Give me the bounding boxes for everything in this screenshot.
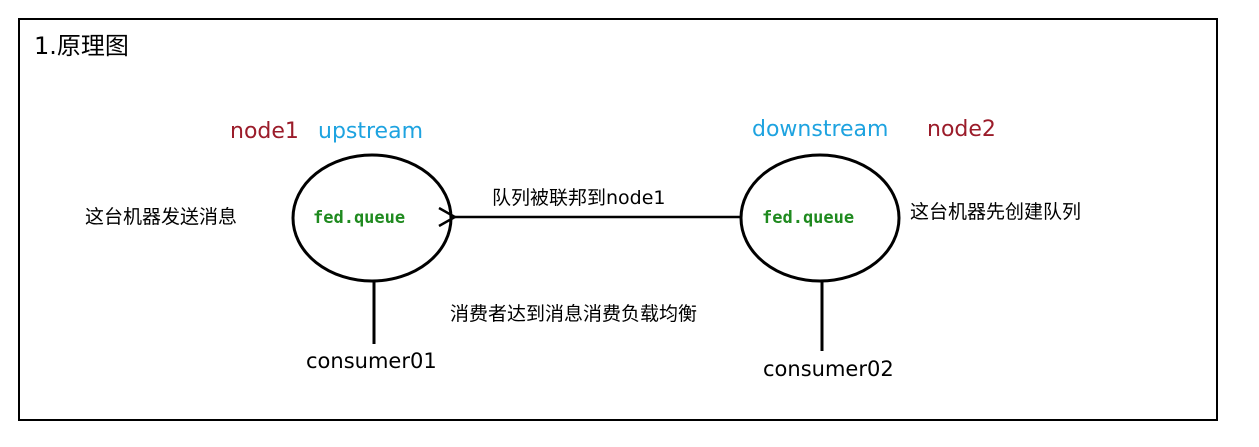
consumer02-label: consumer02 (763, 357, 894, 381)
node1-queue-label: fed.queue (313, 208, 406, 228)
page-title: 1.原理图 (34, 32, 129, 60)
load-balance-note: 消费者达到消息消费负载均衡 (450, 303, 698, 325)
node2-label: node2 (927, 117, 996, 142)
upstream-label: upstream (318, 119, 424, 144)
diagram-canvas: 1.原理图 node1 upstream 这台机器发送消息 fed.queue … (0, 0, 1259, 447)
node2-description: 这台机器先创建队列 (910, 201, 1082, 223)
downstream-label: downstream (752, 117, 889, 142)
consumer01-label: consumer01 (306, 349, 437, 373)
node2-queue-label: fed.queue (762, 208, 855, 228)
federation-arrow-label: 队列被联邦到node1 (492, 187, 666, 209)
node1-label: node1 (230, 119, 299, 144)
node1-description: 这台机器发送消息 (85, 206, 238, 228)
